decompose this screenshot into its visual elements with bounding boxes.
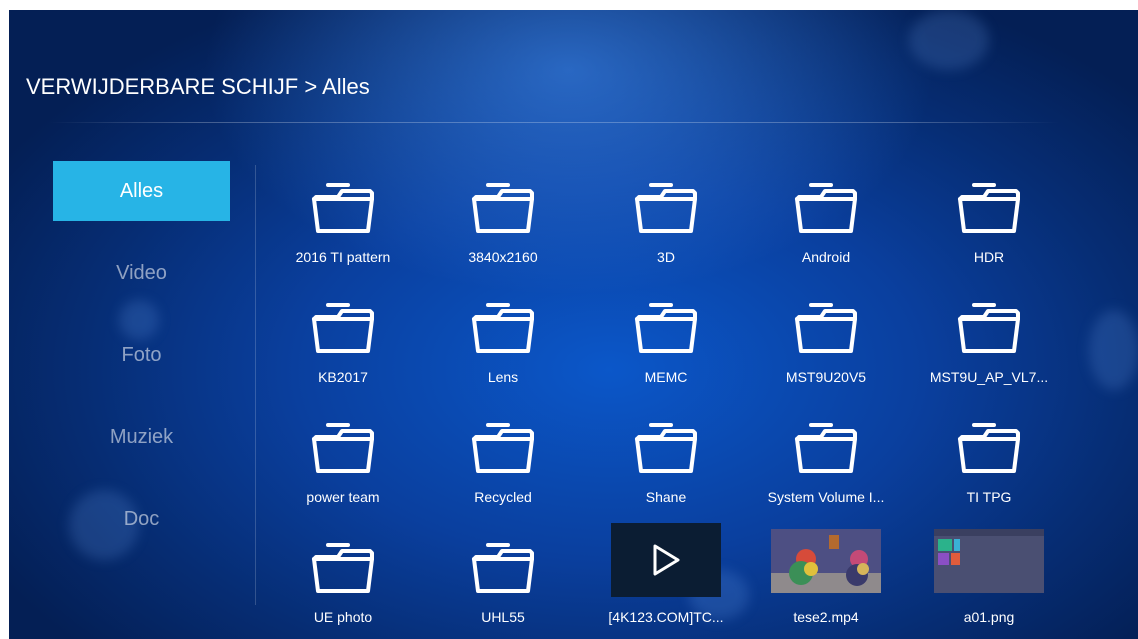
folder-icon [308, 295, 378, 359]
file-name: Lens [487, 369, 519, 385]
folder-icon [791, 295, 861, 359]
folder-item[interactable]: 3840x2160 [433, 175, 573, 290]
background-bokeh [909, 10, 989, 70]
folder-icon [631, 175, 701, 239]
sidebar-item-foto[interactable]: Foto [53, 325, 230, 385]
folder-icon [791, 415, 861, 479]
folder-icon [468, 415, 538, 479]
file-name: a01.png [963, 609, 1015, 625]
folder-icon [631, 295, 701, 359]
folder-icon [308, 415, 378, 479]
breadcrumb-source: VERWIJDERBARE SCHIJF [26, 74, 299, 99]
file-name: power team [306, 489, 380, 505]
folder-item[interactable]: Recycled [433, 415, 573, 530]
folder-item[interactable]: power team [273, 415, 413, 530]
file-name: 3840x2160 [468, 249, 538, 265]
folder-icon [308, 535, 378, 599]
folder-icon [954, 295, 1024, 359]
folder-item[interactable]: System Volume I... [756, 415, 896, 530]
breadcrumb-current: Alles [322, 74, 370, 99]
sidebar-item-muziek[interactable]: Muziek [53, 407, 230, 467]
folder-icon [468, 535, 538, 599]
folder-icon [308, 175, 378, 239]
folder-item[interactable]: Lens [433, 295, 573, 410]
file-name: MST9U_AP_VL7... [929, 369, 1049, 385]
folder-item[interactable]: TI TPG [919, 415, 1059, 530]
folder-item[interactable]: MST9U20V5 [756, 295, 896, 410]
file-name: Shane [645, 489, 687, 505]
file-name: UHL55 [481, 609, 525, 625]
breadcrumb-separator: > [304, 74, 318, 99]
folder-item[interactable]: 3D [596, 175, 736, 290]
file-name: TI TPG [966, 489, 1012, 505]
folder-item[interactable]: 2016 TI pattern [273, 175, 413, 290]
breadcrumb: VERWIJDERBARE SCHIJF > Alles [26, 74, 370, 100]
sidebar-divider [255, 165, 256, 605]
file-name: 3D [657, 249, 675, 265]
folder-item[interactable]: KB2017 [273, 295, 413, 410]
media-browser-screen: VERWIJDERBARE SCHIJF > Alles Alles Video F… [9, 10, 1138, 639]
file-name: MEMC [644, 369, 688, 385]
folder-item[interactable]: Shane [596, 415, 736, 530]
sidebar-item-video[interactable]: Video [53, 243, 230, 303]
folder-item[interactable]: MEMC [596, 295, 736, 410]
file-name: System Volume I... [767, 489, 885, 505]
file-name: KB2017 [318, 369, 368, 385]
folder-item[interactable]: UE photo [273, 535, 413, 639]
folder-icon [468, 175, 538, 239]
play-icon [611, 523, 721, 597]
file-name: Recycled [474, 489, 532, 505]
folder-icon [954, 415, 1024, 479]
file-name: [4K123.COM]TC... [608, 609, 724, 625]
background-bokeh [1089, 310, 1138, 390]
image-thumbnail [934, 529, 1044, 593]
file-name: tese2.mp4 [793, 609, 859, 625]
folder-icon [791, 175, 861, 239]
sidebar-item-doc[interactable]: Doc [53, 489, 230, 549]
folder-icon [631, 415, 701, 479]
file-name: 2016 TI pattern [295, 249, 391, 265]
folder-item[interactable]: Android [756, 175, 896, 290]
file-name: Android [801, 249, 851, 265]
title-divider [49, 122, 1059, 123]
folder-item[interactable]: MST9U_AP_VL7... [919, 295, 1059, 410]
folder-item[interactable]: HDR [919, 175, 1059, 290]
file-name: MST9U20V5 [785, 369, 867, 385]
file-item[interactable]: tese2.mp4 [756, 529, 896, 639]
file-item[interactable]: [4K123.COM]TC... [596, 523, 736, 639]
category-sidebar: Alles Video Foto Muziek Doc [53, 161, 230, 571]
folder-icon [468, 295, 538, 359]
folder-icon [954, 175, 1024, 239]
folder-item[interactable]: UHL55 [433, 535, 573, 639]
file-item[interactable]: a01.png [919, 529, 1059, 639]
video-thumbnail [771, 529, 881, 593]
sidebar-item-alles[interactable]: Alles [53, 161, 230, 221]
file-name: HDR [973, 249, 1005, 265]
file-name: UE photo [313, 609, 373, 625]
